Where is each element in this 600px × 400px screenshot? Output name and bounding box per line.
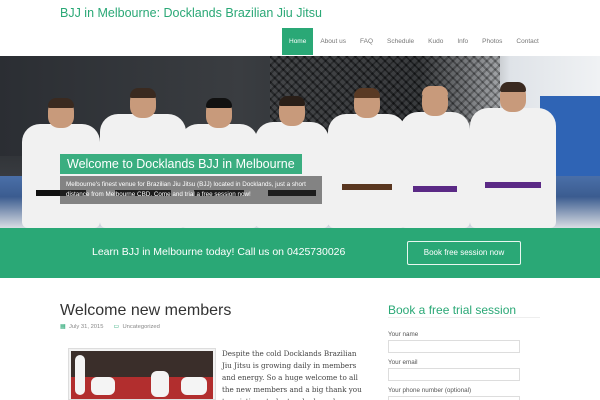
- post-image[interactable]: [68, 348, 216, 400]
- hero-heading: Welcome to Docklands BJJ in Melbourne: [67, 157, 295, 171]
- main-nav: Home About us FAQ Schedule Kudo Info Pho…: [282, 28, 546, 55]
- hero-text: Melbourne's finest venue for Brazilian J…: [66, 181, 306, 198]
- nav-item-contact[interactable]: Contact: [509, 28, 545, 55]
- calendar-icon: ▦: [60, 324, 66, 330]
- sidebar-title: Book a free trial session: [388, 303, 517, 317]
- hero-heading-box: Welcome to Docklands BJJ in Melbourne: [60, 154, 302, 174]
- hero-banner: Welcome to Docklands BJJ in Melbourne Me…: [0, 56, 600, 228]
- phone-input[interactable]: [388, 396, 520, 400]
- site-header: BJJ in Melbourne: Docklands Brazilian Ji…: [0, 0, 600, 56]
- nav-item-faq[interactable]: FAQ: [353, 28, 380, 55]
- cta-band: Learn BJJ in Melbourne today! Call us on…: [0, 228, 600, 278]
- phone-label: Your phone number (optional): [388, 387, 472, 394]
- email-input[interactable]: [388, 368, 520, 381]
- name-label: Your name: [388, 331, 419, 338]
- email-label: Your email: [388, 359, 418, 366]
- nav-item-photos[interactable]: Photos: [475, 28, 509, 55]
- hero-person: [400, 86, 470, 228]
- post-date[interactable]: July 31, 2015: [69, 324, 103, 330]
- nav-item-about-us[interactable]: About us: [313, 28, 353, 55]
- nav-item-kudo[interactable]: Kudo: [421, 28, 450, 55]
- hero-person: [328, 88, 406, 228]
- post-excerpt: Despite the cold Docklands Brazilian Jiu…: [222, 349, 362, 400]
- hero-person: [470, 82, 556, 228]
- nav-item-home[interactable]: Home: [282, 28, 314, 55]
- post-category[interactable]: Uncategorized: [122, 324, 159, 330]
- nav-item-schedule[interactable]: Schedule: [380, 28, 421, 55]
- nav-item-info[interactable]: Info: [450, 28, 475, 55]
- site-title[interactable]: BJJ in Melbourne: Docklands Brazilian Ji…: [60, 6, 322, 20]
- sidebar-divider: [388, 317, 540, 318]
- name-input[interactable]: [388, 340, 520, 353]
- post-title[interactable]: Welcome new members: [60, 302, 231, 320]
- hero-text-box: Melbourne's finest venue for Brazilian J…: [60, 176, 322, 204]
- folder-icon: ▭: [113, 324, 120, 330]
- post-meta: ▦ July 31, 2015 ▭ Uncategorized: [60, 324, 160, 330]
- cta-text: Learn BJJ in Melbourne today! Call us on…: [92, 246, 346, 258]
- book-free-session-button[interactable]: Book free session now: [407, 241, 521, 265]
